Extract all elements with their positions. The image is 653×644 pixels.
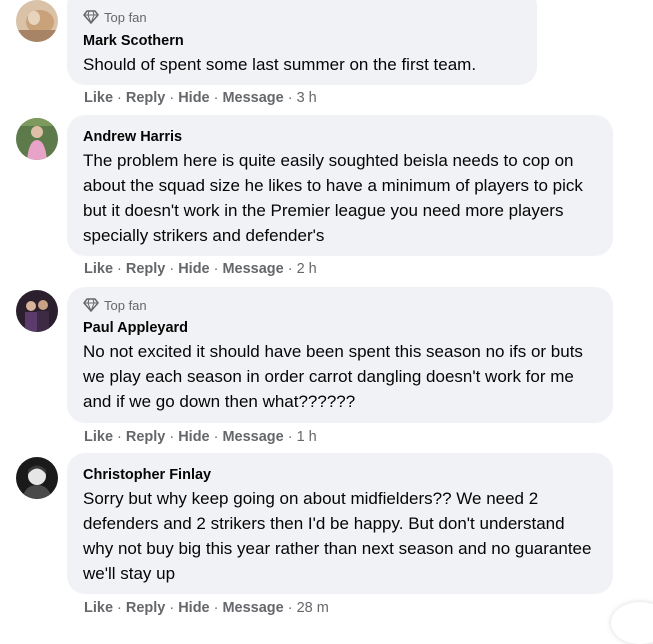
comment-bubble: Top fan Mark Scothern Should of spent so… [67,0,537,85]
avatar[interactable] [16,290,58,332]
like-button[interactable]: Like [84,90,113,106]
separator: · [169,90,175,106]
like-button[interactable]: Like [84,600,113,616]
comment-actions: Like · Reply · Hide · Message · 28 m [84,598,329,618]
timestamp[interactable]: 3 h [297,90,317,106]
timestamp[interactable]: 1 h [297,429,317,445]
message-button[interactable]: Message [222,600,283,616]
hide-button[interactable]: Hide [178,600,209,616]
badge-label: Top fan [104,9,147,25]
separator: · [213,90,219,106]
separator: · [287,261,293,277]
separator: · [117,261,122,277]
comment-bubble: Andrew Harris The problem here is quite … [67,115,613,256]
comment-actions: Like · Reply · Hide · Message · 1 h [84,427,317,447]
message-button[interactable]: Message [222,261,283,277]
author-name[interactable]: Andrew Harris [83,128,597,146]
reply-button[interactable]: Reply [126,261,166,277]
like-button[interactable]: Like [84,429,113,445]
comment-actions: Like · Reply · Hide · Message · 2 h [84,259,317,279]
comment-text: Should of spent some last summer on the … [83,55,477,74]
separator: · [117,429,122,445]
separator: · [213,429,219,445]
comment-actions: Like · Reply · Hide · Message · 3 h [84,88,317,108]
top-fan-badge: Top fan [83,296,597,314]
separator: · [169,600,175,616]
avatar[interactable] [16,118,58,160]
hide-button[interactable]: Hide [178,90,209,106]
comment-text: No not excited it should have been spent… [83,342,583,411]
separator: · [213,261,219,277]
comment-bubble: Christopher Finlay Sorry but why keep go… [67,453,613,594]
hide-button[interactable]: Hide [178,429,209,445]
hide-button[interactable]: Hide [178,261,209,277]
message-button[interactable]: Message [222,90,283,106]
like-button[interactable]: Like [84,261,113,277]
separator: · [287,600,293,616]
author-name[interactable]: Christopher Finlay [83,466,597,484]
timestamp[interactable]: 2 h [297,261,317,277]
top-fan-badge: Top fan [83,8,521,26]
diamond-icon [83,298,99,312]
avatar[interactable] [16,0,58,42]
separator: · [169,429,175,445]
separator: · [213,600,219,616]
author-name[interactable]: Mark Scothern [83,32,521,50]
separator: · [117,90,122,106]
reply-button[interactable]: Reply [126,429,166,445]
message-button[interactable]: Message [222,429,283,445]
diamond-icon [83,10,99,24]
separator: · [169,261,175,277]
comment-text: Sorry but why keep going on about midfie… [83,489,592,583]
timestamp[interactable]: 28 m [297,600,329,616]
separator: · [287,90,293,106]
comment-text: The problem here is quite easily soughte… [83,151,583,245]
separator: · [117,600,122,616]
comment-bubble: Top fan Paul Appleyard No not excited it… [67,287,613,423]
author-name[interactable]: Paul Appleyard [83,319,597,337]
separator: · [287,429,293,445]
avatar[interactable] [16,457,58,499]
reply-button[interactable]: Reply [126,600,166,616]
chat-launcher-button[interactable] [611,602,653,644]
reply-button[interactable]: Reply [126,90,166,106]
badge-label: Top fan [104,297,147,313]
